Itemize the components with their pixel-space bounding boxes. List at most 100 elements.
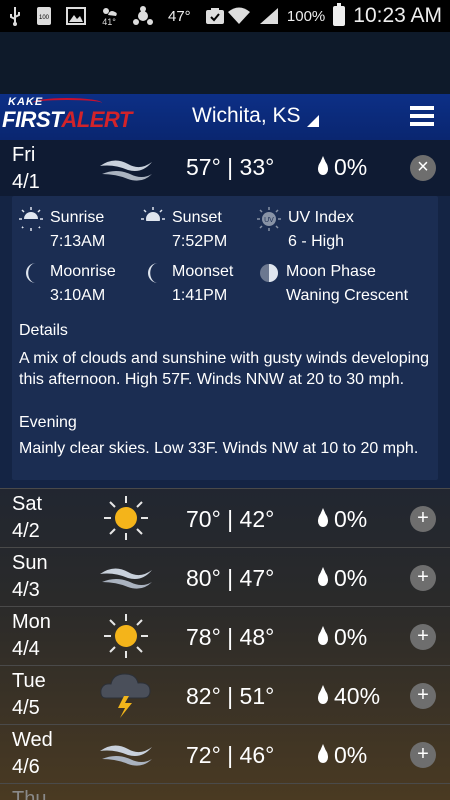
precip-value: 0% [334,154,368,180]
logo-alert: ALERT [61,107,132,132]
first-alert-logo[interactable]: KAKE FIRSTALERT [2,96,132,138]
status-bar: 100 41° 47° 100% 10:23 AM [0,0,450,32]
expand-button[interactable]: + [410,565,436,591]
day-name: Wed [12,729,53,751]
temperature-hi-lo: 57° | 33° [186,154,275,180]
logo-main-text: FIRSTALERT [2,107,132,133]
forecast-day-row[interactable]: Sun 4/3 80° | 47° 0% + [0,547,450,605]
evening-heading: Evening [19,414,77,431]
raindrop-icon [318,743,328,763]
day-details-panel: Sunrise 7:13AM Sunset 7:52PM UV UV Index… [12,196,438,480]
precip-chance: 0% [318,742,367,769]
wifi-icon [227,7,251,25]
temperature-hi-lo: 78° | 48° [186,624,275,650]
forecast-day-expanded: Fri 4/1 57° | 33° 0% × Sunrise 7:13AM Su… [0,140,450,488]
expand-button[interactable]: + [410,624,436,650]
moonrise-label: Moonrise [50,263,116,280]
moon-phase-info: Moon Phase Waning Crescent [258,260,408,308]
sunny-icon [104,614,148,658]
forecast-day-row[interactable]: Mon 4/4 78° | 48° 0% + [0,606,450,664]
moonset-value: 1:41PM [172,287,228,304]
sunrise-icon [19,207,43,231]
location-selector[interactable]: Wichita, KS [192,104,319,128]
day-date: 4/6 [12,756,40,778]
app-header: KAKE FIRSTALERT Wichita, KS [0,94,450,140]
expand-button[interactable]: + [410,742,436,768]
moon-phase-value: Waning Crescent [286,287,409,304]
moonset-label: Moonset [172,263,234,280]
details-text: A mix of clouds and sunshine with gusty … [19,350,430,388]
thunderstorm-icon [100,673,151,718]
temperature-hi-lo: 70° | 42° [186,506,275,532]
signal-icon [259,7,279,25]
precip-chance: 0% [318,506,367,533]
precip-value: 0% [334,565,368,591]
sunrise-value: 7:13AM [50,233,106,250]
sunrise-info: Sunrise 7:13AM [18,206,105,254]
temperature-hi-lo: 82° | 51° [186,683,275,709]
day-name: Sat [12,493,43,515]
sunset-value: 7:52PM [172,233,228,250]
moonrise-value: 3:10AM [50,287,106,304]
uv-index-label: UV Index [288,209,354,226]
usb-icon [8,6,22,26]
collapse-button[interactable]: × [410,155,436,181]
storage-icon: 100 [36,6,52,26]
uv-index-value: 6 - High [288,233,345,250]
expand-button[interactable]: + [410,506,436,532]
location-label: Wichita, KS [192,104,301,127]
precip-value: 0% [334,624,368,650]
windy-icon [100,568,152,589]
weather-temp-text: 41° [102,17,116,27]
precip-chance: 40% [318,683,380,710]
sunny-icon [104,496,148,540]
moonrise-icon [26,263,36,283]
battery-icon [333,3,346,26]
hamburger-menu-icon[interactable] [410,106,434,128]
moon-phase-label: Moon Phase [286,263,376,280]
raindrop-icon [318,155,328,175]
day-date: 4/3 [12,579,40,601]
day-name: Fri [12,144,36,166]
forecast-day-row[interactable]: Tue 4/5 82° | 51° 40% + [0,665,450,723]
connection-icon [132,6,154,26]
svg-text:100: 100 [39,15,50,21]
uv-index-info: UV UV Index 6 - High [256,206,354,254]
forecast-day-row[interactable]: Wed 4/6 72° | 46° 0% + [0,724,450,782]
uv-icon: UV [257,207,281,231]
raindrop-icon [318,507,328,527]
windy-icon [100,745,152,766]
precip-chance: 0% [318,154,367,181]
cast-icon [205,7,225,25]
forecast-day-row-partial[interactable]: Thu [0,783,450,800]
precip-value: 40% [334,683,381,709]
uv-badge-text: UV [264,217,274,224]
clock-text: 10:23 AM [353,4,442,27]
raindrop-icon [318,566,328,586]
day-date: 4/4 [12,638,40,660]
expand-button[interactable]: + [410,683,436,709]
ad-banner-area [0,32,450,94]
day-name: Thu [12,788,47,800]
day-date: 4/5 [12,697,40,719]
moonrise-info: Moonrise 3:10AM [22,260,116,308]
day-date: 4/2 [12,520,40,542]
forecast-day-row[interactable]: Sat 4/2 70° | 42° 0% + [0,488,450,546]
day-name: Sun [12,552,48,574]
raindrop-icon [318,625,328,645]
moonset-info: Moonset 1:41PM [144,260,233,308]
weather-icon: 41° [100,5,118,27]
moonset-icon [148,263,158,283]
evening-text: Mainly clear skies. Low 33F. Winds NW at… [19,440,419,457]
dropdown-triangle-icon [306,115,319,127]
sunset-label: Sunset [172,209,222,226]
precip-chance: 0% [318,624,367,651]
day-date: 4/1 [12,171,40,193]
day-name: Tue [12,670,46,692]
sunrise-label: Sunrise [50,209,105,226]
temperature-text: 47° [168,7,191,25]
moon-phase-icon [260,264,278,282]
forecast-day-header[interactable]: Fri 4/1 57° | 33° 0% × [0,140,450,196]
sunset-info: Sunset 7:52PM [140,206,227,254]
raindrop-icon [318,684,328,704]
